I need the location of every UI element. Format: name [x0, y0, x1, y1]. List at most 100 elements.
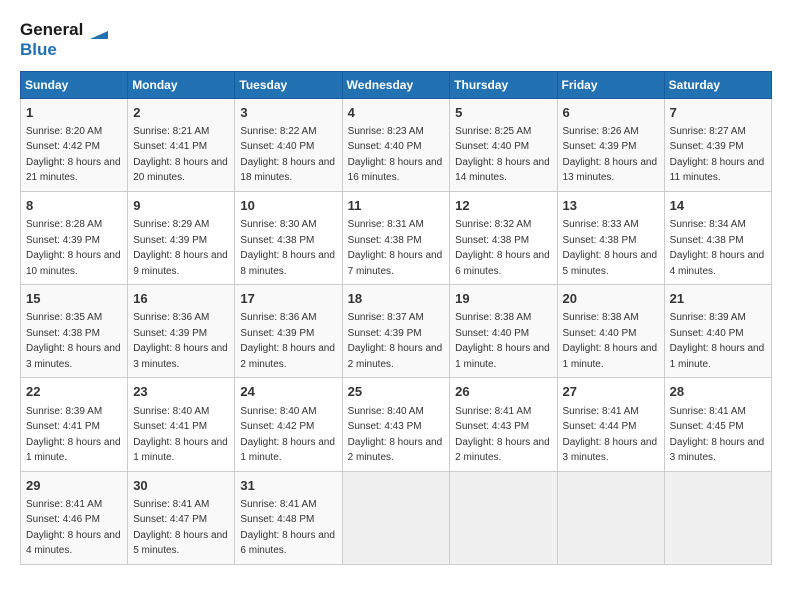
calendar-cell: [342, 471, 450, 564]
day-number: 19: [455, 290, 551, 308]
day-of-week-header: Thursday: [450, 71, 557, 98]
calendar-cell: 2 Sunrise: 8:21 AMSunset: 4:41 PMDaylight…: [128, 98, 235, 191]
day-info: Sunrise: 8:41 AMSunset: 4:47 PMDaylight:…: [133, 499, 228, 557]
calendar-cell: 19 Sunrise: 8:38 AMSunset: 4:40 PMDayligh…: [450, 285, 557, 378]
day-number: 14: [670, 197, 766, 215]
calendar-cell: 1 Sunrise: 8:20 AMSunset: 4:42 PMDaylight…: [21, 98, 128, 191]
calendar-cell: 22 Sunrise: 8:39 AMSunset: 4:41 PMDayligh…: [21, 378, 128, 471]
calendar-cell: 28 Sunrise: 8:41 AMSunset: 4:45 PMDayligh…: [664, 378, 771, 471]
calendar-cell: 14 Sunrise: 8:34 AMSunset: 4:38 PMDayligh…: [664, 191, 771, 284]
calendar-cell: 8Sunrise: 8:28 AMSunset: 4:39 PMDaylight…: [21, 191, 128, 284]
day-number: 23: [133, 383, 229, 401]
calendar-cell: 7Sunrise: 8:27 AMSunset: 4:39 PMDaylight…: [664, 98, 771, 191]
calendar-cell: 16 Sunrise: 8:36 AMSunset: 4:39 PMDayligh…: [128, 285, 235, 378]
day-info: Sunrise: 8:38 AMSunset: 4:40 PMDaylight:…: [455, 312, 550, 370]
calendar-cell: 18 Sunrise: 8:37 AMSunset: 4:39 PMDayligh…: [342, 285, 450, 378]
calendar-week-row: 1 Sunrise: 8:20 AMSunset: 4:42 PMDaylight…: [21, 98, 772, 191]
day-number: 10: [240, 197, 336, 215]
day-number: 26: [455, 383, 551, 401]
calendar-week-row: 29 Sunrise: 8:41 AMSunset: 4:46 PMDayligh…: [21, 471, 772, 564]
day-number: 22: [26, 383, 122, 401]
day-number: 29: [26, 477, 122, 495]
calendar-cell: 26 Sunrise: 8:41 AMSunset: 4:43 PMDayligh…: [450, 378, 557, 471]
day-number: 1: [26, 104, 122, 122]
calendar-cell: 15 Sunrise: 8:35 AMSunset: 4:38 PMDayligh…: [21, 285, 128, 378]
day-number: 4: [348, 104, 445, 122]
calendar-cell: 5Sunrise: 8:25 AMSunset: 4:40 PMDaylight…: [450, 98, 557, 191]
day-info: Sunrise: 8:39 AMSunset: 4:41 PMDaylight:…: [26, 406, 121, 464]
day-number: 15: [26, 290, 122, 308]
calendar-cell: 9 Sunrise: 8:29 AMSunset: 4:39 PMDaylight…: [128, 191, 235, 284]
calendar-cell: [450, 471, 557, 564]
calendar-cell: [664, 471, 771, 564]
logo-triangle-icon: [90, 23, 108, 39]
day-of-week-header: Sunday: [21, 71, 128, 98]
calendar-cell: 12Sunrise: 8:32 AMSunset: 4:38 PMDayligh…: [450, 191, 557, 284]
day-number: 6: [563, 104, 659, 122]
page-header: General Blue: [20, 20, 772, 61]
day-info: Sunrise: 8:36 AMSunset: 4:39 PMDaylight:…: [133, 312, 228, 370]
day-number: 9: [133, 197, 229, 215]
day-number: 7: [670, 104, 766, 122]
day-number: 28: [670, 383, 766, 401]
day-info: Sunrise: 8:33 AMSunset: 4:38 PMDaylight:…: [563, 219, 658, 277]
calendar-cell: 11Sunrise: 8:31 AMSunset: 4:38 PMDayligh…: [342, 191, 450, 284]
day-of-week-header: Monday: [128, 71, 235, 98]
calendar-cell: 10Sunrise: 8:30 AMSunset: 4:38 PMDayligh…: [235, 191, 342, 284]
day-number: 30: [133, 477, 229, 495]
day-number: 12: [455, 197, 551, 215]
day-number: 21: [670, 290, 766, 308]
calendar-cell: 4 Sunrise: 8:23 AMSunset: 4:40 PMDaylight…: [342, 98, 450, 191]
day-number: 13: [563, 197, 659, 215]
calendar-cell: 23 Sunrise: 8:40 AMSunset: 4:41 PMDayligh…: [128, 378, 235, 471]
calendar-week-row: 8Sunrise: 8:28 AMSunset: 4:39 PMDaylight…: [21, 191, 772, 284]
day-info: Sunrise: 8:41 AMSunset: 4:45 PMDaylight:…: [670, 406, 765, 464]
day-info: Sunrise: 8:40 AMSunset: 4:42 PMDaylight:…: [240, 406, 335, 464]
day-info: Sunrise: 8:41 AMSunset: 4:43 PMDaylight:…: [455, 406, 550, 464]
day-info: Sunrise: 8:34 AMSunset: 4:38 PMDaylight:…: [670, 219, 765, 277]
day-info: Sunrise: 8:40 AMSunset: 4:43 PMDaylight:…: [348, 406, 443, 464]
calendar-cell: 24 Sunrise: 8:40 AMSunset: 4:42 PMDayligh…: [235, 378, 342, 471]
calendar-cell: 17 Sunrise: 8:36 AMSunset: 4:39 PMDayligh…: [235, 285, 342, 378]
calendar-cell: 3 Sunrise: 8:22 AMSunset: 4:40 PMDaylight…: [235, 98, 342, 191]
day-number: 20: [563, 290, 659, 308]
calendar-cell: 20 Sunrise: 8:38 AMSunset: 4:40 PMDayligh…: [557, 285, 664, 378]
day-info: Sunrise: 8:39 AMSunset: 4:40 PMDaylight:…: [670, 312, 765, 370]
day-number: 27: [563, 383, 659, 401]
day-of-week-header: Wednesday: [342, 71, 450, 98]
day-of-week-header: Friday: [557, 71, 664, 98]
day-info: Sunrise: 8:25 AMSunset: 4:40 PMDaylight:…: [455, 126, 550, 184]
logo: General Blue: [20, 20, 108, 61]
day-info: Sunrise: 8:29 AMSunset: 4:39 PMDaylight:…: [133, 219, 228, 277]
day-info: Sunrise: 8:38 AMSunset: 4:40 PMDaylight:…: [563, 312, 658, 370]
calendar-cell: 30 Sunrise: 8:41 AMSunset: 4:47 PMDayligh…: [128, 471, 235, 564]
day-info: Sunrise: 8:36 AMSunset: 4:39 PMDaylight:…: [240, 312, 335, 370]
day-info: Sunrise: 8:40 AMSunset: 4:41 PMDaylight:…: [133, 406, 228, 464]
day-number: 16: [133, 290, 229, 308]
calendar-cell: 27 Sunrise: 8:41 AMSunset: 4:44 PMDayligh…: [557, 378, 664, 471]
day-number: 24: [240, 383, 336, 401]
day-info: Sunrise: 8:23 AMSunset: 4:40 PMDaylight:…: [348, 126, 443, 184]
day-info: Sunrise: 8:21 AMSunset: 4:41 PMDaylight:…: [133, 126, 228, 184]
day-info: Sunrise: 8:41 AMSunset: 4:46 PMDaylight:…: [26, 499, 121, 557]
day-info: Sunrise: 8:35 AMSunset: 4:38 PMDaylight:…: [26, 312, 121, 370]
calendar-week-row: 22 Sunrise: 8:39 AMSunset: 4:41 PMDayligh…: [21, 378, 772, 471]
day-number: 2: [133, 104, 229, 122]
day-number: 17: [240, 290, 336, 308]
day-number: 18: [348, 290, 445, 308]
day-of-week-header: Tuesday: [235, 71, 342, 98]
day-of-week-header: Saturday: [664, 71, 771, 98]
calendar-cell: 25 Sunrise: 8:40 AMSunset: 4:43 PMDayligh…: [342, 378, 450, 471]
day-info: Sunrise: 8:41 AMSunset: 4:44 PMDaylight:…: [563, 406, 658, 464]
calendar-cell: 13 Sunrise: 8:33 AMSunset: 4:38 PMDayligh…: [557, 191, 664, 284]
day-info: Sunrise: 8:31 AMSunset: 4:38 PMDaylight:…: [348, 219, 443, 277]
day-number: 25: [348, 383, 445, 401]
day-number: 3: [240, 104, 336, 122]
day-info: Sunrise: 8:20 AMSunset: 4:42 PMDaylight:…: [26, 126, 121, 184]
calendar-cell: [557, 471, 664, 564]
day-info: Sunrise: 8:26 AMSunset: 4:39 PMDaylight:…: [563, 126, 658, 184]
calendar-cell: 31Sunrise: 8:41 AMSunset: 4:48 PMDayligh…: [235, 471, 342, 564]
day-info: Sunrise: 8:37 AMSunset: 4:39 PMDaylight:…: [348, 312, 443, 370]
day-info: Sunrise: 8:22 AMSunset: 4:40 PMDaylight:…: [240, 126, 335, 184]
calendar-table: SundayMondayTuesdayWednesdayThursdayFrid…: [20, 71, 772, 565]
